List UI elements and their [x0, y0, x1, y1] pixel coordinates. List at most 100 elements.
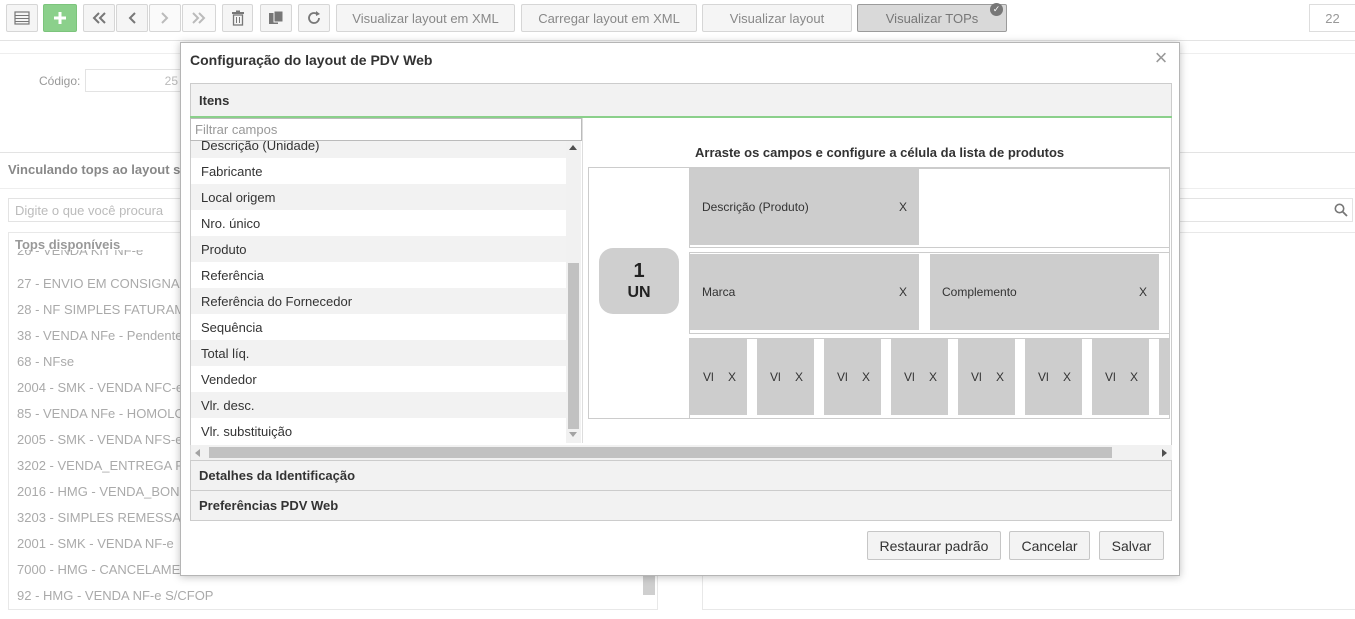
- field-item[interactable]: Descrição (Unidade): [191, 141, 566, 158]
- add-button[interactable]: [43, 4, 77, 32]
- list-item[interactable]: 92 - HMG - VENDA NF-e S/CFOP: [17, 588, 213, 603]
- layout-cell[interactable]: Marca X: [690, 254, 919, 330]
- scrollbar-thumb[interactable]: [568, 263, 579, 429]
- remove-cell-icon[interactable]: X: [728, 370, 736, 384]
- layout-cell[interactable]: Vl X: [1092, 339, 1149, 415]
- cell-label: Descrição (Produto): [702, 200, 809, 214]
- section-details-header[interactable]: Detalhes da Identificação: [190, 460, 1172, 491]
- list-item[interactable]: 68 - NFse: [17, 354, 74, 369]
- tops-scrollbar[interactable]: [643, 573, 655, 595]
- field-item[interactable]: Total líq.: [191, 340, 566, 366]
- remove-cell-icon[interactable]: X: [1063, 370, 1071, 384]
- remove-cell-icon[interactable]: X: [1139, 285, 1147, 299]
- remove-cell-icon[interactable]: X: [1130, 370, 1138, 384]
- list-item[interactable]: 26 - VENDA KIT NF-e: [17, 250, 143, 258]
- remove-cell-icon[interactable]: X: [996, 370, 1004, 384]
- codigo-field[interactable]: 25: [85, 69, 185, 92]
- layout-cell[interactable]: Vl X: [958, 339, 1015, 415]
- section-items-header[interactable]: Itens: [190, 83, 1172, 117]
- cancel-button[interactable]: Cancelar: [1009, 531, 1090, 560]
- list-item[interactable]: 2005 - SMK - VENDA NFS-e: [17, 432, 182, 447]
- section-prefs-header[interactable]: Preferências PDV Web: [190, 490, 1172, 521]
- field-list-scrollbar[interactable]: [566, 141, 581, 443]
- section-prefs-label: Preferências PDV Web: [199, 498, 339, 513]
- last-record-button[interactable]: [182, 4, 216, 32]
- toolbar: Visualizar layout em XML Carregar layout…: [0, 0, 1355, 36]
- first-record-button[interactable]: [83, 4, 115, 32]
- field-item[interactable]: Referência do Fornecedor: [191, 288, 566, 314]
- cell-label: Vl: [904, 370, 915, 384]
- cell-label: Vl: [1105, 370, 1116, 384]
- list-item[interactable]: 7000 - HMG - CANCELAME: [17, 562, 180, 577]
- layout-cell-partial[interactable]: [1159, 339, 1169, 415]
- dialog-title: Configuração do layout de PDV Web: [190, 52, 433, 68]
- field-item[interactable]: Vlr. substituição: [191, 418, 566, 443]
- field-item[interactable]: Sequência: [191, 314, 566, 340]
- scroll-up-icon[interactable]: [569, 145, 577, 150]
- section-details-label: Detalhes da Identificação: [199, 468, 356, 483]
- view-tops-label: Visualizar TOPs: [885, 10, 979, 26]
- toolbar-divider: [0, 40, 1355, 41]
- preview-horizontal-scrollbar[interactable]: [190, 445, 1172, 460]
- list-item[interactable]: 38 - VENDA NFe - Pendente: [17, 328, 182, 343]
- copy-icon: [268, 10, 284, 26]
- remove-cell-icon[interactable]: X: [795, 370, 803, 384]
- field-list: Descrição (Unidade) Fabricante Local ori…: [191, 141, 582, 443]
- scroll-right-icon[interactable]: [1162, 449, 1167, 457]
- field-item[interactable]: Local origem: [191, 184, 566, 210]
- layout-cell[interactable]: Vl X: [1025, 339, 1082, 415]
- field-item[interactable]: Nro. único: [191, 210, 566, 236]
- save-button[interactable]: Salvar: [1099, 531, 1164, 560]
- close-icon[interactable]: ×: [1151, 47, 1171, 69]
- list-item[interactable]: 3203 - SIMPLES REMESSA: [17, 510, 181, 525]
- load-xml-layout-button[interactable]: Carregar layout em XML: [521, 4, 697, 32]
- delete-button[interactable]: [222, 4, 253, 32]
- list-item[interactable]: 28 - NF SIMPLES FATURAM: [17, 302, 185, 317]
- layout-cell[interactable]: Descrição (Produto) X: [690, 169, 919, 245]
- field-item[interactable]: Fabricante: [191, 158, 566, 184]
- list-item[interactable]: 2004 - SMK - VENDA NFC-e: [17, 380, 183, 395]
- scrollbar-thumb[interactable]: [209, 447, 1112, 458]
- list-item[interactable]: 27 - ENVIO EM CONSIGNA: [17, 276, 180, 291]
- field-item[interactable]: Vlr. desc.: [191, 392, 566, 418]
- remove-cell-icon[interactable]: X: [862, 370, 870, 384]
- double-chevron-left-icon: [91, 11, 107, 25]
- list-item[interactable]: 2001 - SMK - VENDA NF-e: [17, 536, 174, 551]
- view-tops-button[interactable]: Visualizar TOPs ✓: [857, 3, 1007, 32]
- view-layout-button[interactable]: Visualizar layout: [702, 4, 852, 32]
- preview-instructions: Arraste os campos e configure a célula d…: [695, 145, 1065, 160]
- right-search-input[interactable]: [1178, 198, 1353, 222]
- filter-fields-input[interactable]: Filtrar campos: [190, 118, 582, 141]
- previous-record-button[interactable]: [116, 4, 148, 32]
- grid-view-button[interactable]: [6, 4, 38, 32]
- remove-cell-icon[interactable]: X: [899, 285, 907, 299]
- layout-cell[interactable]: Vl X: [690, 339, 747, 415]
- scroll-down-icon[interactable]: [569, 432, 577, 437]
- record-counter: 22: [1309, 4, 1355, 32]
- list-item[interactable]: 85 - VENDA NFe - HOMOLO: [17, 406, 185, 421]
- view-xml-layout-button[interactable]: Visualizar layout em XML: [336, 4, 515, 32]
- list-item[interactable]: 2016 - HMG - VENDA_BON: [17, 484, 180, 499]
- list-item[interactable]: 3202 - VENDA_ENTREGA F: [17, 458, 183, 473]
- field-item[interactable]: Produto: [191, 236, 566, 262]
- quantity-number: 1: [633, 260, 645, 282]
- field-item[interactable]: Vendedor: [191, 366, 566, 392]
- layout-cell[interactable]: Vl X: [891, 339, 948, 415]
- refresh-button[interactable]: [298, 4, 330, 32]
- next-record-button[interactable]: [149, 4, 181, 32]
- double-chevron-right-icon: [191, 11, 207, 25]
- quantity-badge: 1 UN: [599, 248, 679, 314]
- duplicate-button[interactable]: [260, 4, 292, 32]
- field-item[interactable]: Referência: [191, 262, 566, 288]
- section-items-label: Itens: [199, 92, 230, 108]
- layout-cell[interactable]: Complemento X: [930, 254, 1159, 330]
- restore-default-button[interactable]: Restaurar padrão: [867, 531, 1001, 560]
- tops-search-input[interactable]: Digite o que você procura: [8, 198, 188, 222]
- layout-cell[interactable]: Vl X: [824, 339, 881, 415]
- layout-cell[interactable]: Vl X: [757, 339, 814, 415]
- cell-label: Vl: [1038, 370, 1049, 384]
- scroll-left-icon[interactable]: [195, 449, 200, 457]
- remove-cell-icon[interactable]: X: [899, 200, 907, 214]
- quantity-unit: UN: [627, 284, 651, 301]
- remove-cell-icon[interactable]: X: [929, 370, 937, 384]
